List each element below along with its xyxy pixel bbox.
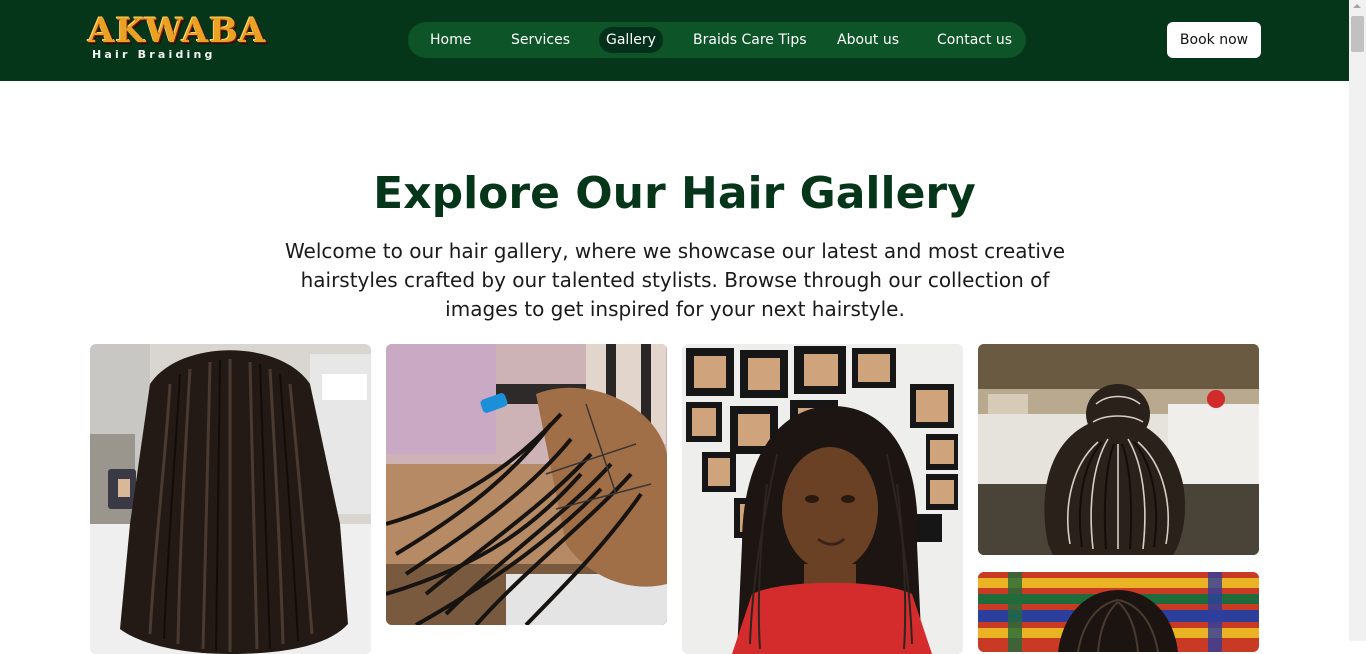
page-title: Explore Our Hair Gallery <box>373 168 976 219</box>
gallery-image-micro-braids[interactable] <box>682 344 963 654</box>
brand-logo[interactable]: AKWABA Hair Braiding <box>88 12 270 64</box>
gallery-intro: Welcome to our hair gallery, where we sh… <box>284 239 1066 321</box>
nav-item-gallery[interactable]: Gallery <box>599 27 663 53</box>
gallery-image-kente-braids[interactable] <box>978 572 1259 652</box>
nav-item-services[interactable]: Services <box>511 27 570 53</box>
nav-item-about-us[interactable]: About us <box>837 27 899 53</box>
gallery-image-twists[interactable] <box>90 344 371 654</box>
gallery-image-knotless-braids[interactable] <box>386 344 667 625</box>
brand-name: AKWABA <box>88 11 267 51</box>
scroll-thumb[interactable] <box>1351 16 1364 52</box>
nav-item-braids-care-tips[interactable]: Braids Care Tips <box>693 27 807 53</box>
nav-item-contact-us[interactable]: Contact us <box>937 27 1012 53</box>
site-header: AKWABA Hair Braiding Home Services Galle… <box>0 0 1349 81</box>
main-nav: Home Services Gallery Braids Care Tips A… <box>408 22 1026 58</box>
brand-tagline: Hair Braiding <box>92 48 216 61</box>
vertical-scrollbar[interactable] <box>1349 0 1366 641</box>
book-now-button[interactable]: Book now <box>1167 22 1261 58</box>
nav-item-home[interactable]: Home <box>430 27 471 53</box>
gallery-image-feed-in-updo[interactable] <box>978 344 1259 555</box>
scroll-up-arrow-icon[interactable] <box>1353 4 1361 8</box>
